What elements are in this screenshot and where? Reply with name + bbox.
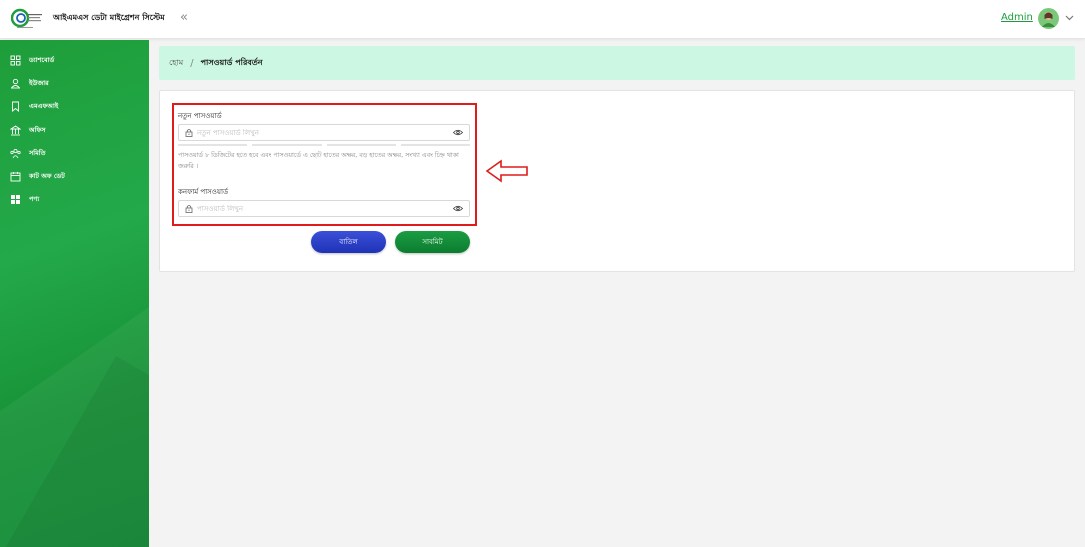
app-title: আইএমএস ডেটা মাইগ্রেশন সিস্টেম (53, 13, 165, 22)
new-password-field[interactable] (178, 124, 470, 141)
collapse-sidebar-icon[interactable]: « (180, 11, 188, 25)
eye-icon[interactable] (453, 205, 463, 212)
sidebar-item-cut-off-date[interactable]: কাট অফ ডেট (10, 168, 65, 184)
confirm-password-label: কনফার্ম পাসওয়ার্ড (178, 188, 229, 196)
eye-icon[interactable] (453, 129, 463, 136)
breadcrumb: হোম / পাসওয়ার্ড পরিবর্তন (159, 46, 1075, 80)
calendar-icon (10, 171, 21, 181)
cancel-button[interactable]: বাতিল (311, 231, 386, 253)
avatar[interactable] (1038, 8, 1059, 29)
chevron-down-icon[interactable] (1064, 12, 1075, 23)
password-hint: পাসওয়ার্ড ৮ ডিজিটের হতে হবে এবং পাসওয়া… (178, 152, 459, 170)
arrow-left-icon (485, 159, 528, 183)
group-icon (10, 148, 21, 158)
bookmark-icon (12, 101, 19, 112)
breadcrumb-home-link[interactable]: হোম (169, 57, 183, 70)
sidebar-item-mfi[interactable]: এমএফআই (10, 98, 58, 114)
user-name-link[interactable]: Admin (1001, 12, 1033, 23)
sidebar-item-label: সমিতি (29, 148, 46, 157)
apps-icon (11, 194, 20, 204)
users-icon (11, 78, 20, 88)
breadcrumb-separator: / (190, 57, 194, 69)
strength-segment (252, 144, 322, 146)
breadcrumb-current: পাসওয়ার্ড পরিবর্তন (200, 57, 263, 67)
strength-segment (178, 144, 248, 146)
lock-icon (185, 129, 193, 137)
sidebar-item-office[interactable]: অফিস (10, 122, 46, 138)
top-header: আইএমএস ডেটা মাইগ্রেশন সিস্টেম « Admin (0, 0, 1085, 39)
sidebar-item-dashboard[interactable]: ড্যাশবোর্ড (10, 52, 54, 68)
strength-segment (326, 144, 396, 146)
sidebar-item-somiti[interactable]: সমিতি (10, 145, 46, 161)
sidebar-item-label: ইউজার (29, 78, 49, 87)
submit-button[interactable]: সাবমিট (395, 231, 470, 253)
password-strength-meter (178, 144, 470, 146)
user-avatar-icon (1038, 8, 1059, 29)
confirm-password-field[interactable] (178, 200, 470, 217)
bank-icon (10, 124, 21, 135)
new-password-label: নতুন পাসওয়ার্ড (178, 112, 222, 120)
strength-segment (400, 144, 470, 146)
logo-icon[interactable] (11, 8, 45, 30)
grid-icon (10, 55, 21, 65)
sidebar-item-product[interactable]: পণ্য (10, 191, 39, 207)
sidebar-item-label: কাট অফ ডেট (29, 171, 65, 180)
sidebar-item-label: এমএফআই (29, 101, 59, 110)
sidebar: ড্যাশবোর্ড ইউজার এমএফআই অফিস সমিতি কাট অ… (0, 40, 149, 547)
sidebar-item-label: অফিস (29, 125, 46, 134)
lock-icon (185, 205, 193, 213)
new-password-input[interactable] (197, 128, 453, 137)
sidebar-item-users[interactable]: ইউজার (10, 75, 49, 91)
sidebar-item-label: পণ্য (29, 194, 40, 203)
sidebar-item-label: ড্যাশবোর্ড (29, 55, 55, 64)
confirm-password-input[interactable] (197, 204, 453, 213)
